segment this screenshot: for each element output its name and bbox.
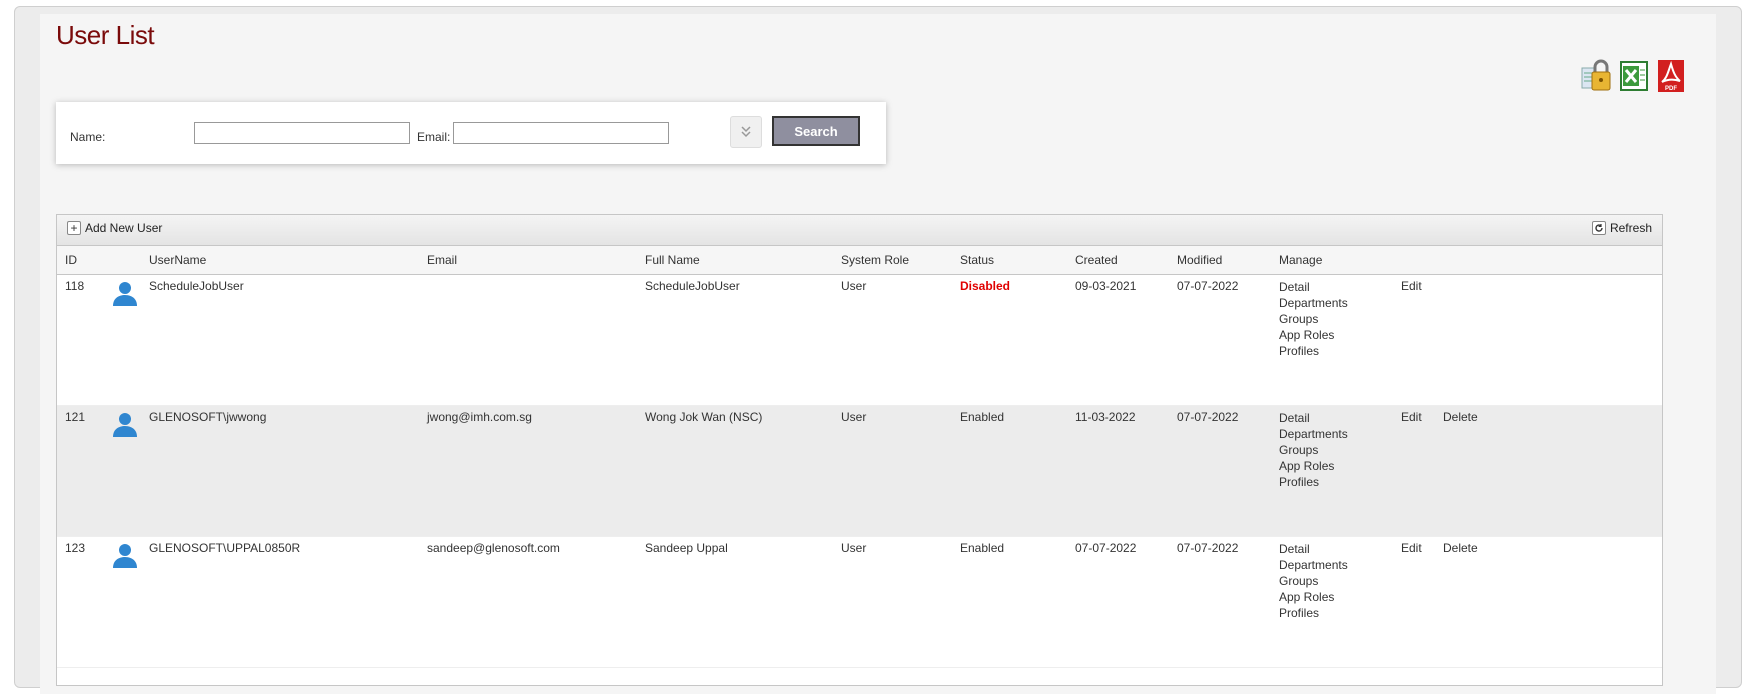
cell-full-name: Sandeep Uppal [645,541,728,555]
col-modified[interactable]: Modified [1177,253,1222,267]
pdf-export-icon[interactable]: PDF [1654,58,1688,94]
cell-username: GLENOSOFT\UPPAL0850R [149,541,301,555]
user-avatar-icon [113,282,137,306]
plus-icon: + [67,221,81,235]
cell-created: 11-03-2022 [1075,410,1136,424]
cell-id: 118 [65,279,85,293]
user-avatar-icon [113,544,137,568]
manage-links: Detail Departments Groups App Roles Prof… [1279,279,1348,359]
cell-username: GLENOSOFT\jwwong [149,410,267,424]
app-roles-link[interactable]: App Roles [1279,458,1348,474]
cell-modified: 07-07-2022 [1177,279,1239,293]
cell-username: ScheduleJobUser [149,279,244,293]
svg-text:PDF: PDF [1665,86,1677,92]
col-full-name[interactable]: Full Name [645,253,700,267]
content-panel: User List PDF Name: Email: Search + Add … [40,14,1716,694]
app-roles-link[interactable]: App Roles [1279,589,1348,605]
groups-link[interactable]: Groups [1279,442,1348,458]
add-new-user-button[interactable]: + Add New User [67,221,162,235]
col-manage: Manage [1279,253,1323,267]
delete-link[interactable]: Delete [1443,541,1478,555]
profiles-link[interactable]: Profiles [1279,605,1348,621]
search-button[interactable]: Search [772,116,860,146]
search-panel: Name: Email: Search [56,102,886,164]
manage-links: Detail Departments Groups App Roles Prof… [1279,541,1348,621]
refresh-icon [1591,221,1606,235]
groups-link[interactable]: Groups [1279,311,1348,327]
double-chevron-down-icon [741,126,751,138]
table-row: 118 ScheduleJobUser ScheduleJobUser User… [57,275,1662,406]
departments-link[interactable]: Departments [1279,426,1348,442]
lock-permissions-icon[interactable] [1580,58,1614,94]
cell-system-role: User [841,410,867,424]
cell-system-role: User [841,279,867,293]
refresh-label: Refresh [1609,221,1652,235]
profiles-link[interactable]: Profiles [1279,343,1348,359]
refresh-button[interactable]: Refresh [1591,221,1652,235]
cell-created: 09-03-2021 [1075,279,1137,293]
app-roles-link[interactable]: App Roles [1279,327,1348,343]
email-label: Email: [417,130,451,144]
delete-link[interactable]: Delete [1443,410,1478,424]
grid-toolbar: + Add New User Refresh [57,215,1662,246]
col-id[interactable]: ID [65,253,77,267]
col-email[interactable]: Email [427,253,457,267]
manage-links: Detail Departments Groups App Roles Prof… [1279,410,1348,490]
name-label: Name: [70,130,106,144]
cell-status: Disabled [960,279,1011,293]
edit-link[interactable]: Edit [1401,541,1422,555]
user-grid: + Add New User Refresh ID UserName Email… [56,214,1663,686]
detail-link[interactable]: Detail [1279,279,1348,295]
cell-status: Enabled [960,410,1005,424]
cell-email: jwong@imh.com.sg [427,410,532,424]
cell-system-role: User [841,541,867,555]
page-title: User List [56,20,155,50]
cell-modified: 07-07-2022 [1177,410,1239,424]
cell-id: 121 [65,410,86,424]
groups-link[interactable]: Groups [1279,573,1348,589]
expand-filters-button[interactable] [730,116,762,148]
cell-status: Enabled [960,541,1005,555]
edit-link[interactable]: Edit [1401,279,1422,293]
edit-link[interactable]: Edit [1401,410,1422,424]
col-username[interactable]: UserName [149,253,206,267]
cell-full-name: ScheduleJobUser [645,279,740,293]
cell-created: 07-07-2022 [1075,541,1137,555]
export-toolbar: PDF [1580,58,1688,94]
col-system-role[interactable]: System Role [841,253,909,267]
departments-link[interactable]: Departments [1279,295,1348,311]
cell-modified: 07-07-2022 [1177,541,1239,555]
grid-header: ID UserName Email Full Name System Role … [57,246,1662,275]
excel-export-icon[interactable] [1617,58,1651,94]
name-input[interactable] [194,122,410,144]
cell-full-name: Wong Jok Wan (NSC) [645,410,763,424]
col-created[interactable]: Created [1075,253,1118,267]
table-row: 121 GLENOSOFT\jwwong jwong@imh.com.sg Wo… [57,406,1662,537]
departments-link[interactable]: Departments [1279,557,1348,573]
cell-id: 123 [65,541,86,555]
email-input[interactable] [453,122,669,144]
detail-link[interactable]: Detail [1279,410,1348,426]
table-row: 123 GLENOSOFT\UPPAL0850R sandeep@glenoso… [57,537,1662,668]
detail-link[interactable]: Detail [1279,541,1348,557]
profiles-link[interactable]: Profiles [1279,474,1348,490]
user-avatar-icon [113,413,137,437]
col-status[interactable]: Status [960,253,994,267]
cell-email: sandeep@glenosoft.com [427,541,560,555]
add-new-user-label: Add New User [85,221,163,235]
